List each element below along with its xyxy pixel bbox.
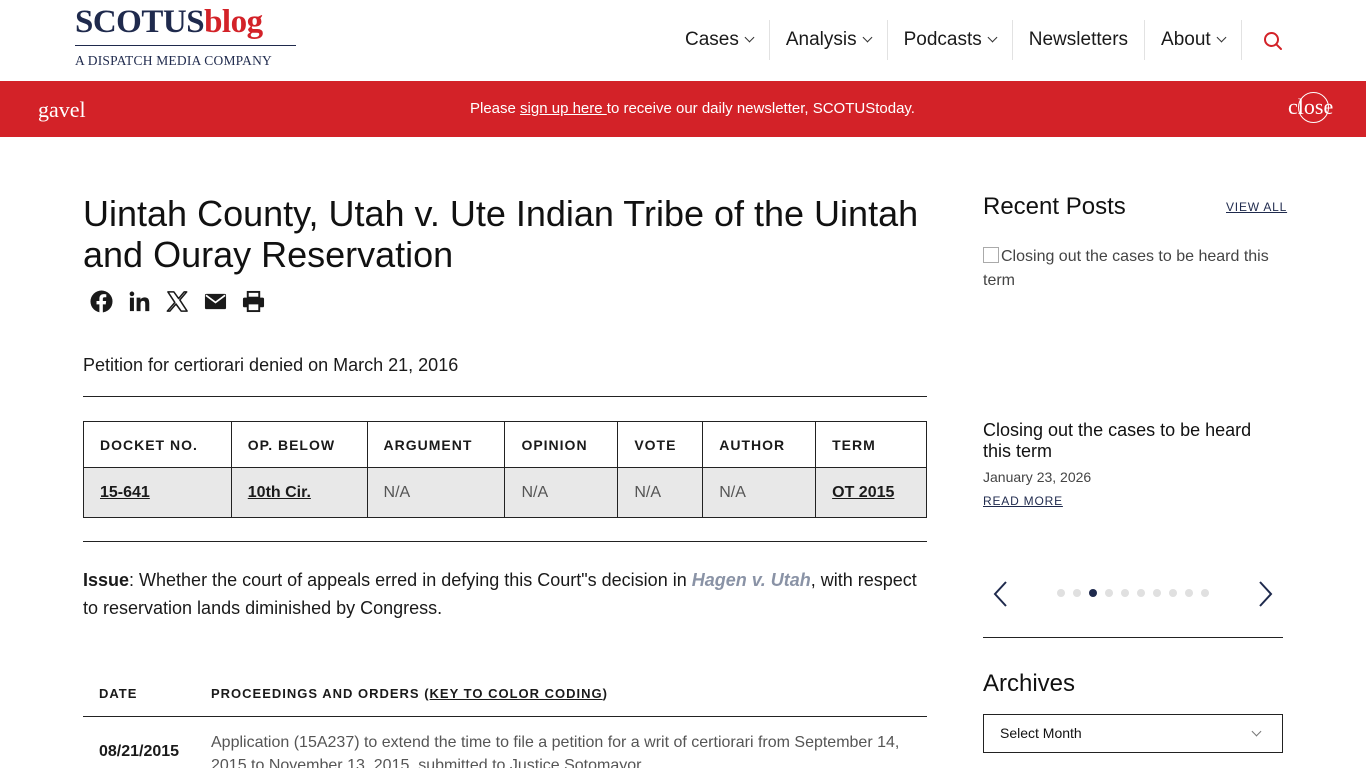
carousel-dot[interactable] bbox=[1153, 589, 1161, 597]
post-date: January 23, 2026 bbox=[983, 469, 1092, 485]
banner-message: Please sign up here to receive our daily… bbox=[470, 100, 915, 117]
carousel-dot[interactable] bbox=[1137, 589, 1145, 597]
recent-posts-title: Recent Posts bbox=[983, 193, 1126, 220]
table-header-row: DOCKET NO. OP. BELOW ARGUMENT OPINION VO… bbox=[83, 421, 927, 468]
proceeding-date: 08/21/2015 bbox=[99, 743, 180, 760]
read-more-link[interactable]: READ MORE bbox=[983, 494, 1063, 508]
x-icon[interactable] bbox=[166, 290, 189, 313]
chevron-down-icon bbox=[1216, 32, 1227, 42]
color-key-link[interactable]: KEY TO COLOR CODING bbox=[430, 686, 603, 701]
search-icon[interactable] bbox=[1262, 30, 1284, 52]
proceeding-text: Application (15A237) to extend the time … bbox=[211, 734, 900, 768]
carousel-dot[interactable] bbox=[1169, 589, 1177, 597]
argument-value: N/A bbox=[366, 467, 506, 518]
site-header: SCOTUSblog A DISPATCH MEDIA COMPANY Case… bbox=[0, 0, 1366, 81]
logo-tagline: A DISPATCH MEDIA COMPANY bbox=[75, 53, 272, 68]
case-status: Petition for certiorari denied on March … bbox=[83, 355, 459, 375]
col-date: DATE bbox=[99, 686, 138, 701]
main-nav: Cases Analysis Podcasts Newsletters Abou… bbox=[669, 20, 1242, 60]
divider bbox=[983, 637, 1283, 638]
archives-select[interactable]: Select Month bbox=[983, 714, 1283, 753]
carousel-dot[interactable] bbox=[1073, 589, 1081, 597]
col-vote: VOTE bbox=[617, 421, 704, 468]
post-image[interactable]: Closing out the cases to be heard this t… bbox=[983, 245, 1283, 405]
col-proceedings: PROCEEDINGS AND ORDERS (KEY TO COLOR COD… bbox=[211, 686, 608, 701]
share-bar bbox=[90, 290, 265, 313]
logo-divider bbox=[75, 45, 296, 46]
nav-item-newsletters[interactable]: Newsletters bbox=[1013, 20, 1146, 60]
hagen-case-link[interactable]: Hagen v. Utah bbox=[692, 570, 811, 590]
view-all-link[interactable]: VIEW ALL bbox=[1226, 200, 1287, 214]
nav-item-cases[interactable]: Cases bbox=[669, 20, 770, 60]
newsletter-banner: gavel Please sign up here to receive our… bbox=[0, 81, 1366, 137]
email-icon[interactable] bbox=[204, 290, 227, 313]
print-icon[interactable] bbox=[242, 290, 265, 313]
nav-item-podcasts[interactable]: Podcasts bbox=[888, 20, 1013, 60]
site-logo[interactable]: SCOTUSblog A DISPATCH MEDIA COMPANY bbox=[75, 4, 300, 69]
close-icon[interactable]: close bbox=[1288, 92, 1338, 124]
col-op-below: OP. BELOW bbox=[230, 421, 368, 468]
facebook-icon[interactable] bbox=[90, 290, 113, 313]
carousel-dot[interactable] bbox=[1121, 589, 1129, 597]
case-info-table: DOCKET NO. OP. BELOW ARGUMENT OPINION VO… bbox=[83, 421, 927, 518]
nav-item-about[interactable]: About bbox=[1145, 20, 1242, 60]
col-author: AUTHOR bbox=[702, 421, 817, 468]
chevron-down-icon bbox=[862, 32, 873, 42]
broken-image-icon bbox=[983, 247, 999, 263]
carousel-dot[interactable] bbox=[1089, 589, 1097, 597]
carousel-dot[interactable] bbox=[1201, 589, 1209, 597]
col-argument: ARGUMENT bbox=[366, 421, 506, 468]
opinion-value: N/A bbox=[504, 467, 619, 518]
carousel-dots bbox=[1057, 589, 1209, 597]
chevron-right-icon[interactable] bbox=[1255, 580, 1275, 608]
nav-item-analysis[interactable]: Analysis bbox=[770, 20, 888, 60]
linkedin-icon[interactable] bbox=[128, 290, 151, 313]
term-link[interactable]: OT 2015 bbox=[832, 484, 894, 501]
author-value: N/A bbox=[702, 467, 817, 518]
divider bbox=[83, 396, 927, 397]
archives-title: Archives bbox=[983, 670, 1076, 697]
close-ring bbox=[1298, 92, 1329, 123]
case-issue: Issue: Whether the court of appeals erre… bbox=[83, 570, 917, 618]
divider bbox=[83, 541, 927, 542]
logo-wordmark: SCOTUSblog bbox=[75, 4, 263, 40]
signup-link[interactable]: sign up here bbox=[520, 100, 607, 117]
carousel-dot[interactable] bbox=[1185, 589, 1193, 597]
post-title[interactable]: Closing out the cases to be heard this t… bbox=[983, 420, 1283, 462]
carousel-dot[interactable] bbox=[1057, 589, 1065, 597]
col-term: TERM bbox=[815, 421, 927, 468]
chevron-down-icon bbox=[744, 32, 755, 42]
col-docket: DOCKET NO. bbox=[83, 421, 232, 468]
carousel-dot[interactable] bbox=[1105, 589, 1113, 597]
col-opinion: OPINION bbox=[504, 421, 619, 468]
case-title: Uintah County, Utah v. Ute Indian Tribe … bbox=[83, 193, 919, 275]
chevron-down-icon bbox=[1251, 726, 1262, 737]
chevron-left-icon[interactable] bbox=[991, 580, 1011, 608]
docket-link[interactable]: 15-641 bbox=[100, 484, 150, 501]
proceedings-header: DATE PROCEEDINGS AND ORDERS (KEY TO COLO… bbox=[83, 676, 927, 717]
op-below-link[interactable]: 10th Cir. bbox=[248, 484, 311, 501]
chevron-down-icon bbox=[987, 32, 998, 42]
table-row: 15-641 10th Cir. N/A N/A N/A N/A OT 2015 bbox=[83, 467, 927, 518]
vote-value: N/A bbox=[617, 467, 704, 518]
